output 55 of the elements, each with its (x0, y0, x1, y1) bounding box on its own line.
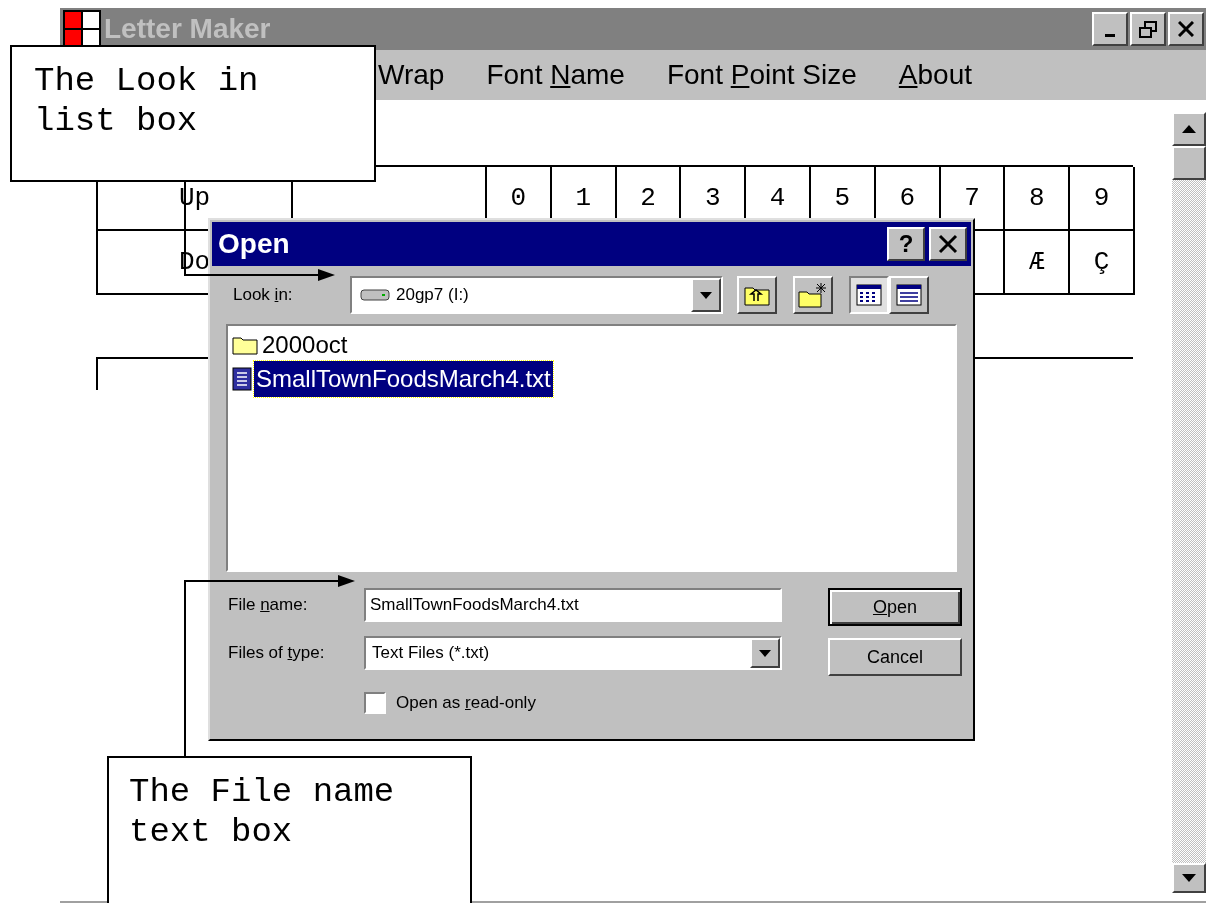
file-name-label: File name: (228, 594, 309, 617)
file-type-dropdown[interactable]: Text Files (*.txt) (364, 636, 782, 670)
table-cell: Æ (1005, 231, 1071, 295)
menu-item[interactable]: Wrap (378, 54, 445, 96)
scrollbar[interactable] (1172, 112, 1206, 893)
down-arrow-icon (1182, 874, 1196, 882)
look-in-dropdown[interactable]: 20gp7 (I:) (350, 276, 723, 314)
restore-button[interactable] (1130, 12, 1166, 46)
caret-icon (700, 291, 712, 299)
minimize-button[interactable] (1092, 12, 1128, 46)
table-cell: Ç (1070, 231, 1135, 295)
file-item[interactable]: 2000oct (260, 327, 350, 363)
dialog-button[interactable]: Open (828, 588, 962, 626)
table-cell: 8 (1005, 167, 1071, 231)
caret-icon (759, 649, 771, 657)
file-name-field[interactable]: SmallTownFoodsMarch4.txt (364, 588, 782, 622)
menu-item[interactable]: Font Name (486, 54, 625, 96)
restore-icon (1139, 20, 1157, 38)
file-type-value: Text Files (*.txt) (372, 642, 491, 665)
up-arrow-icon (1182, 125, 1196, 133)
scroll-down-button[interactable] (1172, 863, 1206, 893)
read-only-checkbox[interactable] (364, 691, 386, 714)
up-folder-button[interactable] (737, 276, 777, 314)
dialog-button[interactable]: Cancel (828, 638, 962, 676)
document-icon (232, 367, 252, 391)
scroll-up-button[interactable] (1172, 112, 1206, 146)
drive-icon (360, 288, 390, 302)
dropdown-button[interactable] (750, 638, 780, 668)
menu-item[interactable]: About (898, 54, 972, 96)
list-view-icon (856, 284, 882, 306)
new-folder-icon (798, 282, 828, 308)
dropdown-button[interactable] (691, 278, 721, 312)
help-button[interactable]: ? (887, 227, 925, 261)
new-folder-button[interactable] (793, 276, 833, 314)
file-item[interactable]: SmallTownFoodsMarch4.txt (254, 361, 553, 397)
look-in-value: 20gp7 (I:) (396, 284, 470, 307)
close-icon (937, 234, 959, 254)
file-type-label: Files of type: (228, 642, 326, 665)
table-cell: 9 (1070, 167, 1135, 231)
read-only-label: Open as read-only (396, 692, 536, 714)
menu-item[interactable]: Font Point Size (666, 54, 857, 96)
list-view-button[interactable] (849, 276, 889, 314)
minimize-icon (1105, 33, 1115, 37)
callout-box: The Look in list box (10, 45, 376, 182)
details-view-button[interactable] (889, 276, 929, 314)
window-title: Letter Maker (104, 12, 271, 46)
close-icon (1178, 21, 1194, 37)
scroll-thumb[interactable] (1172, 146, 1206, 180)
details-view-icon (896, 284, 922, 306)
up-folder-icon (744, 284, 770, 306)
folder-icon (232, 335, 258, 355)
file-list[interactable]: 2000oct SmallTownFoodsMarch4.txt (226, 324, 957, 572)
close-button[interactable] (1168, 12, 1204, 46)
close-button[interactable] (929, 227, 967, 261)
callout-box: The File name text box (107, 756, 472, 903)
